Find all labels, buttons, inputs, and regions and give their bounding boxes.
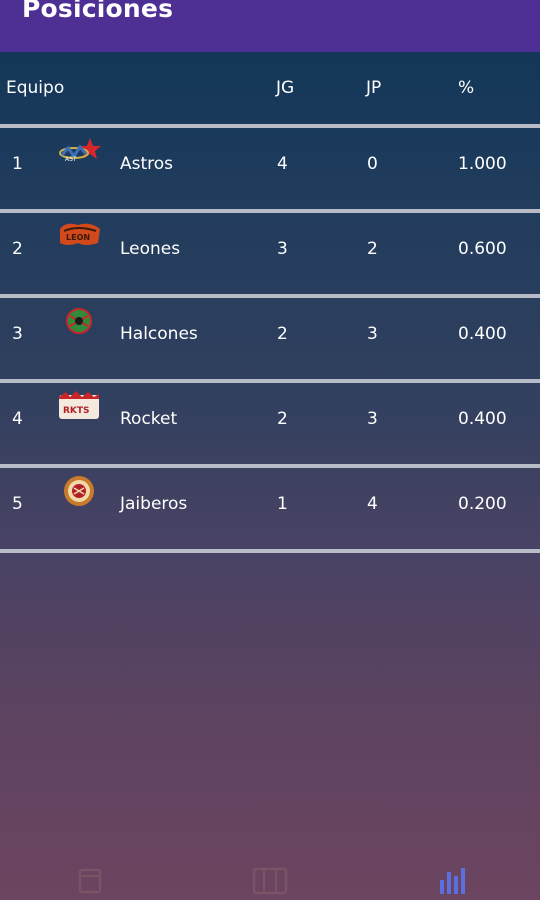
app-header: Posiciones bbox=[0, 0, 540, 52]
team-name: Astros bbox=[120, 154, 174, 174]
page-title: Posiciones bbox=[22, 0, 174, 23]
win-percentage: 0.400 bbox=[458, 409, 507, 429]
svg-text:LEON: LEON bbox=[66, 233, 90, 242]
table-row[interactable]: 3 Halcones 2 3 0.400 bbox=[0, 298, 540, 378]
games-won: 2 bbox=[277, 324, 288, 344]
svg-text:RKTS: RKTS bbox=[63, 406, 90, 416]
games-won: 1 bbox=[277, 494, 288, 514]
position-number: 5 bbox=[12, 494, 23, 514]
win-percentage: 1.000 bbox=[458, 154, 507, 174]
column-header-games-lost: JP bbox=[366, 78, 382, 98]
column-header-percentage: % bbox=[458, 78, 475, 98]
games-lost: 3 bbox=[367, 324, 378, 344]
bottom-navigation bbox=[0, 850, 540, 900]
table-row[interactable]: 2 LEON Leones 3 2 0.600 bbox=[0, 213, 540, 293]
games-won: 3 bbox=[277, 239, 288, 259]
rocket-logo-icon: RKTS bbox=[59, 391, 99, 419]
standings-column-headers: Equipo JG JP % bbox=[0, 52, 540, 124]
column-header-team: Equipo bbox=[6, 78, 65, 98]
position-number: 2 bbox=[12, 239, 23, 259]
games-lost: 0 bbox=[367, 154, 378, 174]
games-won: 4 bbox=[277, 154, 288, 174]
column-header-games-won: JG bbox=[276, 78, 295, 98]
team-name: Leones bbox=[120, 239, 181, 259]
bar-chart-icon[interactable] bbox=[432, 864, 472, 896]
jaiberos-logo-icon bbox=[64, 476, 94, 506]
team-name: Halcones bbox=[120, 324, 198, 344]
position-number: 4 bbox=[12, 409, 23, 429]
games-lost: 3 bbox=[367, 409, 378, 429]
halcones-logo-icon bbox=[66, 308, 92, 334]
win-percentage: 0.400 bbox=[458, 324, 507, 344]
position-number: 1 bbox=[12, 154, 23, 174]
games-lost: 4 bbox=[367, 494, 378, 514]
team-name: Jaiberos bbox=[120, 494, 188, 514]
table-row[interactable]: 1 AST Astros 4 0 1.000 bbox=[0, 128, 540, 208]
table-row[interactable]: 5 Jaiberos 1 4 0.200 bbox=[0, 468, 540, 548]
astros-logo-icon: AST bbox=[59, 138, 101, 163]
games-lost: 2 bbox=[367, 239, 378, 259]
leones-logo-icon: LEON bbox=[60, 223, 100, 245]
win-percentage: 0.600 bbox=[458, 239, 507, 259]
table-row[interactable]: 4 RKTS Rocket 2 3 0.400 bbox=[0, 383, 540, 463]
scoreboard-icon[interactable] bbox=[250, 864, 290, 896]
position-number: 3 bbox=[12, 324, 23, 344]
games-won: 2 bbox=[277, 409, 288, 429]
calendar-icon[interactable] bbox=[70, 864, 110, 896]
team-name: Rocket bbox=[120, 409, 178, 429]
row-divider bbox=[0, 549, 540, 553]
svg-text:AST: AST bbox=[65, 156, 77, 163]
win-percentage: 0.200 bbox=[458, 494, 507, 514]
